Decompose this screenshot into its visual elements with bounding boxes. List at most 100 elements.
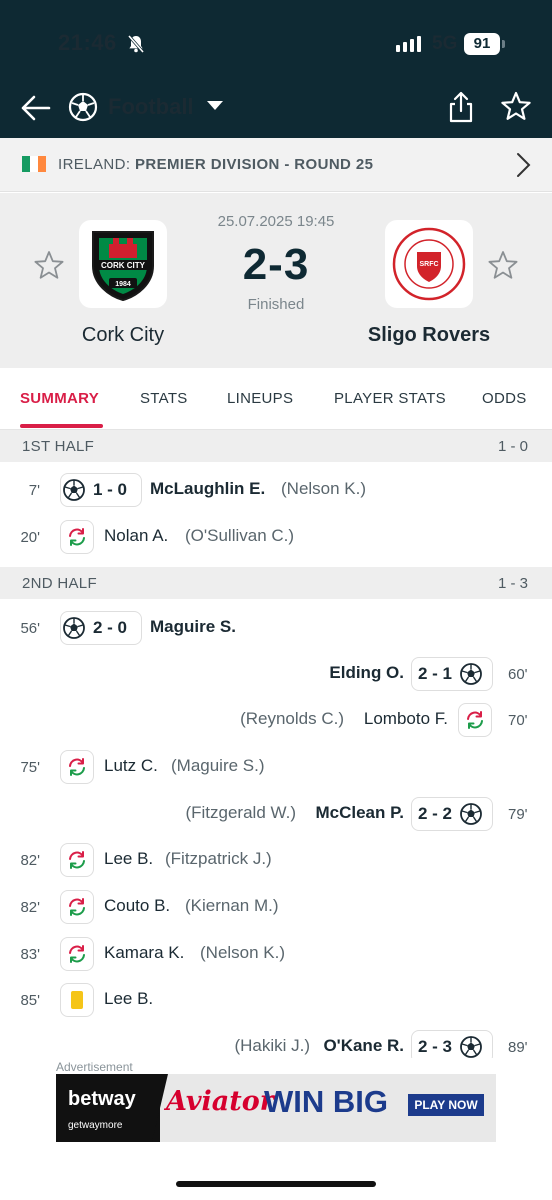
event-player[interactable]: Lee B. <box>104 989 153 1009</box>
event-row[interactable]: 82' Couto B. (Kiernan M.) <box>0 886 552 930</box>
event-badge: 1 - 0 <box>60 473 142 507</box>
tab-summary[interactable]: SUMMARY <box>20 390 99 407</box>
football-icon <box>61 615 87 641</box>
away-team-name[interactable]: Sligo Rovers <box>339 324 519 347</box>
event-assist[interactable]: (Fitzgerald W.) <box>185 803 296 823</box>
event-row[interactable]: 85' Lee B. <box>0 979 552 1023</box>
event-badge <box>458 703 492 737</box>
event-minute: 82' <box>20 852 40 869</box>
event-badge <box>60 937 94 971</box>
event-score: 2 - 1 <box>418 664 453 683</box>
signal-icon <box>396 36 421 52</box>
event-minute: 60' <box>508 666 528 683</box>
substitution-icon <box>64 847 90 873</box>
away-favorite-star-icon[interactable] <box>487 249 519 281</box>
event-minute: 20' <box>20 529 40 546</box>
tab-lineups[interactable]: LINEUPS <box>227 390 293 407</box>
ad-brand-sub: getwaymore <box>68 1120 123 1131</box>
home-favorite-star-icon[interactable] <box>33 249 65 281</box>
home-badge-text: CORK CITY <box>101 261 146 270</box>
ad-label: Advertisement <box>56 1060 133 1074</box>
home-team-logo[interactable]: CORK CITY 1984 <box>79 220 167 308</box>
event-minute: 79' <box>508 806 528 823</box>
event-minute: 89' <box>508 1039 528 1056</box>
battery-icon: 91 <box>464 33 500 55</box>
event-badge <box>60 983 94 1017</box>
chevron-down-icon[interactable] <box>207 101 223 110</box>
away-badge-text: SRFC <box>419 261 438 268</box>
back-button[interactable] <box>18 90 54 126</box>
football-icon <box>458 801 484 827</box>
event-row[interactable]: Elding O. 2 - 1 60' <box>0 653 552 697</box>
status-time: 21:46 <box>58 30 117 55</box>
second-half-score: 1 - 3 <box>497 575 528 592</box>
football-icon[interactable] <box>68 92 98 127</box>
event-player[interactable]: O'Kane R. <box>323 1036 404 1056</box>
substitution-icon <box>64 524 90 550</box>
event-badge <box>60 890 94 924</box>
event-minute: 70' <box>508 712 528 729</box>
event-assist[interactable]: (Nelson K.) <box>200 943 285 963</box>
event-assist[interactable]: (Reynolds C.) <box>240 709 344 729</box>
home-badge-year: 1984 <box>115 281 131 288</box>
event-assist[interactable]: (Kiernan M.) <box>185 896 279 916</box>
ad-brand-block: betway getwaymore <box>56 1074 160 1142</box>
event-assist[interactable]: (Maguire S.) <box>171 756 265 776</box>
second-half-label: 2ND HALF <box>22 575 97 592</box>
league-country: IRELAND: <box>58 156 131 173</box>
chevron-right-icon[interactable] <box>512 152 534 183</box>
tab-player-stats[interactable]: PLAYER STATS <box>334 390 446 407</box>
event-score: 2 - 0 <box>93 618 128 637</box>
favorite-button[interactable] <box>500 90 534 124</box>
tab-odds[interactable]: ODDS <box>482 390 527 407</box>
event-player[interactable]: Couto B. <box>104 896 170 916</box>
first-half-score: 1 - 0 <box>497 438 528 455</box>
event-minute: 85' <box>20 992 40 1009</box>
event-assist[interactable]: (Nelson K.) <box>281 479 366 499</box>
event-player[interactable]: Maguire S. <box>150 617 236 637</box>
event-row[interactable]: 83' Kamara K. (Nelson K.) <box>0 933 552 977</box>
event-minute: 83' <box>20 946 40 963</box>
event-assist[interactable]: (O'Sullivan C.) <box>185 526 294 546</box>
event-player[interactable]: Kamara K. <box>104 943 184 963</box>
active-tab-indicator <box>20 424 103 428</box>
sport-selector[interactable]: Football <box>108 94 194 120</box>
ad-brand: betway <box>68 1088 136 1110</box>
event-player[interactable]: Lee B. <box>104 849 153 869</box>
network-type: 5G <box>432 33 458 54</box>
event-row[interactable]: (Reynolds C.) Lomboto F. 70' <box>0 699 552 743</box>
first-half-label: 1ST HALF <box>22 438 95 455</box>
event-badge <box>60 750 94 784</box>
event-minute: 75' <box>20 759 40 776</box>
football-icon <box>458 661 484 687</box>
event-badge <box>60 843 94 877</box>
home-indicator[interactable] <box>176 1181 376 1187</box>
event-score: 1 - 0 <box>93 480 128 499</box>
event-minute: 56' <box>20 620 40 637</box>
share-button[interactable] <box>446 90 478 126</box>
event-row[interactable]: 7' 1 - 0 McLaughlin E. (Nelson K.) <box>0 469 552 513</box>
event-row[interactable]: 75' Lutz C. (Maguire S.) <box>0 746 552 790</box>
event-row[interactable]: 20' Nolan A. (O'Sullivan C.) <box>0 516 552 560</box>
event-badge: 2 - 0 <box>60 611 142 645</box>
event-assist[interactable]: (Hakiki J.) <box>234 1036 310 1056</box>
ireland-flag-icon <box>22 156 46 172</box>
event-player[interactable]: McClean P. <box>315 803 404 823</box>
event-assist[interactable]: (Fitzpatrick J.) <box>165 849 272 869</box>
event-player[interactable]: Nolan A. <box>104 526 168 546</box>
event-player[interactable]: Lomboto F. <box>364 709 448 729</box>
away-team-logo[interactable]: SRFC <box>385 220 473 308</box>
home-team-name[interactable]: Cork City <box>33 324 213 347</box>
event-row[interactable]: (Fitzgerald W.) McClean P. 2 - 2 79' <box>0 793 552 837</box>
ad-banner[interactable]: betway getwaymore Aviator WIN BIG PLAY N… <box>56 1074 496 1142</box>
event-player[interactable]: Lutz C. <box>104 756 158 776</box>
ad-game: Aviator <box>166 1086 274 1117</box>
event-row[interactable]: 56' 2 - 0 Maguire S. <box>0 607 552 651</box>
event-player[interactable]: McLaughlin E. <box>150 479 265 499</box>
tab-stats[interactable]: STATS <box>140 390 188 407</box>
ad-cta-button[interactable]: PLAY NOW <box>408 1094 484 1116</box>
football-icon <box>61 477 87 503</box>
event-row[interactable]: 82' Lee B. (Fitzpatrick J.) <box>0 839 552 883</box>
event-player[interactable]: Elding O. <box>329 663 404 683</box>
event-badge <box>60 520 94 554</box>
